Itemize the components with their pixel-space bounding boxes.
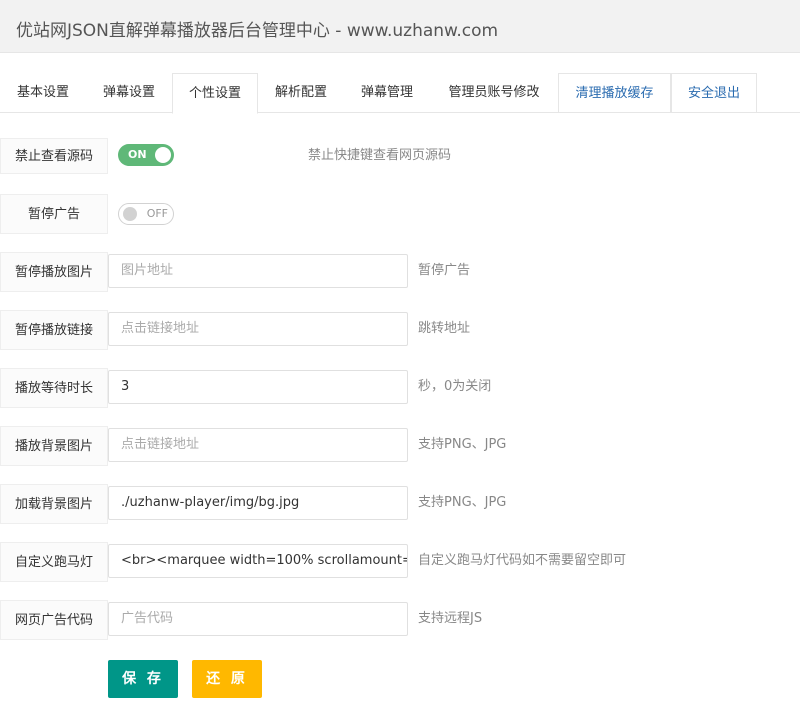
pause-image-label: 暂停播放图片 xyxy=(0,252,108,292)
tab-personal-settings[interactable]: 个性设置 xyxy=(172,73,258,114)
marquee-hint: 自定义跑马灯代码如不需要留空即可 xyxy=(418,553,627,568)
row-pause-link: 暂停播放链接 点击链接地址 跳转地址 xyxy=(0,310,800,350)
pause-link-input[interactable]: 点击链接地址 xyxy=(108,312,408,346)
row-view-source: 禁止查看源码 ON 禁止快捷键查看网页源码 xyxy=(0,138,800,174)
pause-ad-label: 暂停广告 xyxy=(0,194,108,234)
tab-clear-cache[interactable]: 清理播放缓存 xyxy=(558,73,671,113)
load-bg-input[interactable]: ./uzhanw-player/img/bg.jpg xyxy=(108,486,408,520)
row-marquee: 自定义跑马灯 <br><marquee width=100% scrollamo… xyxy=(0,542,800,582)
view-source-switch[interactable]: ON xyxy=(118,144,174,166)
wait-time-label: 播放等待时长 xyxy=(0,368,108,408)
row-pause-image: 暂停播放图片 图片地址 暂停广告 xyxy=(0,252,800,292)
wait-time-hint: 秒，0为关闭 xyxy=(418,379,492,394)
pause-link-label: 暂停播放链接 xyxy=(0,310,108,350)
pause-ad-switch[interactable]: OFF xyxy=(118,203,174,225)
row-play-bg: 播放背景图片 点击链接地址 支持PNG、JPG xyxy=(0,426,800,466)
ad-code-input[interactable]: 广告代码 xyxy=(108,602,408,636)
save-button[interactable]: 保 存 xyxy=(108,660,178,698)
row-load-bg: 加载背景图片 ./uzhanw-player/img/bg.jpg 支持PNG、… xyxy=(0,484,800,524)
tab-bar: 基本设置 弹幕设置 个性设置 解析配置 弹幕管理 管理员账号修改 清理播放缓存 … xyxy=(0,73,800,114)
tab-admin-account[interactable]: 管理员账号修改 xyxy=(430,73,558,113)
row-wait-time: 播放等待时长 3 秒，0为关闭 xyxy=(0,368,800,408)
ad-code-label: 网页广告代码 xyxy=(0,600,108,640)
app-header: 优站网JSON直解弹幕播放器后台管理中心 - www.uzhanw.com xyxy=(0,0,800,53)
reset-button[interactable]: 还 原 xyxy=(192,660,262,698)
switch-knob xyxy=(155,147,171,163)
tab-parse-config[interactable]: 解析配置 xyxy=(258,73,344,113)
play-bg-hint: 支持PNG、JPG xyxy=(418,437,507,452)
play-bg-input[interactable]: 点击链接地址 xyxy=(108,428,408,462)
load-bg-label: 加载背景图片 xyxy=(0,484,108,524)
switch-knob xyxy=(123,207,137,221)
pause-image-hint: 暂停广告 xyxy=(418,263,471,278)
wait-time-input[interactable]: 3 xyxy=(108,370,408,404)
tab-danmaku-settings[interactable]: 弹幕设置 xyxy=(86,73,172,113)
page-title: 优站网JSON直解弹幕播放器后台管理中心 - www.uzhanw.com xyxy=(16,21,499,41)
tab-danmaku-manage[interactable]: 弹幕管理 xyxy=(344,73,430,113)
tab-basic-settings[interactable]: 基本设置 xyxy=(0,73,86,113)
marquee-input[interactable]: <br><marquee width=100% scrollamount=5> xyxy=(108,544,408,578)
tab-logout[interactable]: 安全退出 xyxy=(671,73,757,113)
row-ad-code: 网页广告代码 广告代码 支持远程JS xyxy=(0,600,800,640)
view-source-hint: 禁止快捷键查看网页源码 xyxy=(308,148,452,163)
pause-image-input[interactable]: 图片地址 xyxy=(108,254,408,288)
row-pause-ad: 暂停广告 OFF xyxy=(0,194,800,234)
ad-code-hint: 支持远程JS xyxy=(418,611,483,626)
marquee-label: 自定义跑马灯 xyxy=(0,542,108,582)
load-bg-hint: 支持PNG、JPG xyxy=(418,495,507,510)
pause-link-hint: 跳转地址 xyxy=(418,321,471,336)
view-source-label: 禁止查看源码 xyxy=(0,138,108,174)
switch-state-text: OFF xyxy=(146,207,168,220)
switch-state-text: ON xyxy=(128,148,147,161)
play-bg-label: 播放背景图片 xyxy=(0,426,108,466)
